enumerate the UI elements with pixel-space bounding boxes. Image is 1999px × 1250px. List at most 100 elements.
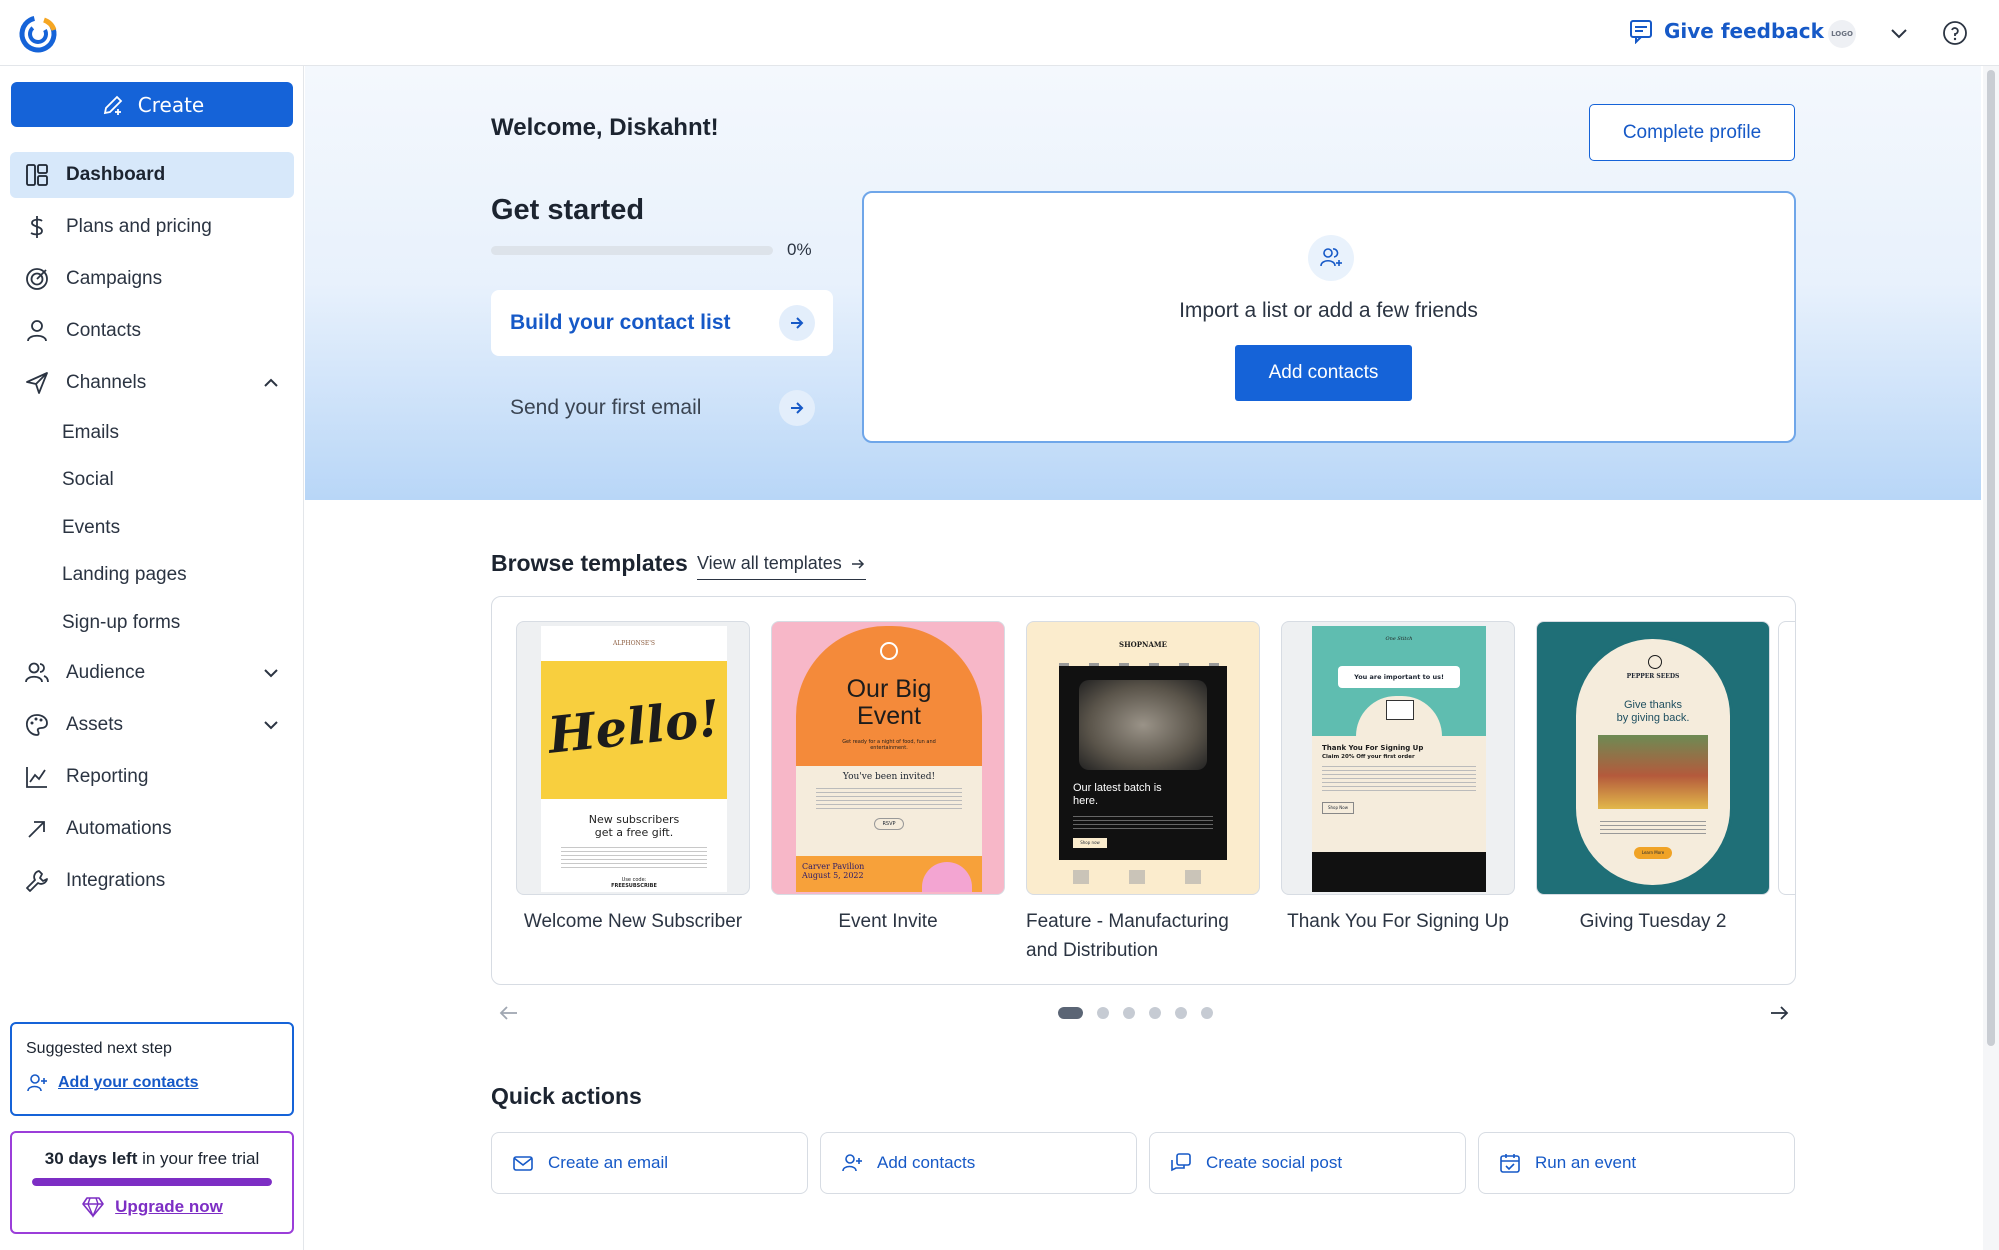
sidebar-item-label: Audience xyxy=(66,661,146,683)
sidebar-item-channels[interactable]: Channels xyxy=(10,360,294,406)
upgrade-now-link[interactable]: Upgrade now xyxy=(24,1196,280,1218)
thumb-brand: SHOPNAME xyxy=(1119,640,1167,649)
sidebar-subitem-events[interactable]: Events xyxy=(10,507,294,548)
get-started-title: Get started xyxy=(491,194,645,226)
thumb-sub2: get a free gift. xyxy=(594,826,674,839)
quick-action-create-social-post[interactable]: Create social post xyxy=(1149,1132,1466,1194)
carousel-dot[interactable] xyxy=(1097,1007,1109,1019)
template-thumbnail[interactable]: One Stitch You are important to us! Than… xyxy=(1281,621,1515,895)
quick-action-label: Create social post xyxy=(1206,1153,1343,1172)
view-all-label: View all templates xyxy=(697,553,842,573)
sidebar-subitem-emails[interactable]: Emails xyxy=(10,412,294,453)
template-thumbnail[interactable]: Our Big Event Get ready for a night of fo… xyxy=(771,621,1005,895)
arrow-up-right-icon xyxy=(28,821,45,838)
carousel-dot[interactable] xyxy=(1123,1007,1135,1019)
trial-text: 30 days left in your free trial xyxy=(24,1149,280,1169)
palette-icon xyxy=(25,714,48,736)
template-thumbnail[interactable]: SHOPNAME Our latest batch is here. Shop n… xyxy=(1026,621,1260,895)
thumb-headline1: Give thanks xyxy=(1623,699,1683,711)
thumb-brand: PEPPER SEEDS xyxy=(1626,673,1680,680)
template-name: Giving Tuesday 2 xyxy=(1579,911,1727,932)
quick-action-create-email[interactable]: Create an email xyxy=(491,1132,808,1194)
template-thumbnail[interactable]: ALPHONSE'S Hello! New subscribers get a f… xyxy=(516,621,750,895)
add-person-icon xyxy=(27,1074,47,1092)
create-button[interactable]: Create xyxy=(11,82,293,127)
account-chevron-down-icon[interactable] xyxy=(1886,20,1912,46)
thumb-sub1: New subscribers xyxy=(588,813,680,826)
step-label: Send your first email xyxy=(510,396,702,419)
carousel-dot[interactable] xyxy=(1201,1007,1213,1019)
sidebar-item-campaigns[interactable]: Campaigns xyxy=(10,256,294,302)
view-all-templates-link[interactable]: View all templates xyxy=(697,553,866,580)
step-send-first-email[interactable]: Send your first email xyxy=(491,375,833,441)
template-card-partial[interactable] xyxy=(1778,621,1795,895)
chevron-down-icon[interactable] xyxy=(260,714,282,736)
chevron-down-icon[interactable] xyxy=(260,662,282,684)
carousel-prev-arrow-icon[interactable] xyxy=(497,1001,521,1025)
template-card[interactable]: Our Big Event Get ready for a night of fo… xyxy=(771,621,1005,936)
thumb-cta: Shop now xyxy=(1073,838,1107,848)
top-bar: Give feedback LOGO xyxy=(0,0,1999,66)
thumb-cta: Shop Now xyxy=(1322,802,1354,814)
template-card[interactable]: PEPPER SEEDS Give thanks by giving back. … xyxy=(1536,621,1770,936)
sidebar-subitem-social[interactable]: Social xyxy=(10,460,294,501)
sidebar-item-plans-and-pricing[interactable]: Plans and pricing xyxy=(10,204,294,250)
template-card[interactable]: One Stitch You are important to us! Than… xyxy=(1281,621,1515,936)
thumb-headline2: by giving back. xyxy=(1616,712,1690,724)
sidebar-subitem-sign-up-forms[interactable]: Sign-up forms xyxy=(10,602,294,643)
add-contacts-button[interactable]: Add contacts xyxy=(1235,345,1412,401)
carousel-next-arrow-icon[interactable] xyxy=(1767,1001,1791,1025)
template-thumbnail[interactable]: PEPPER SEEDS Give thanks by giving back. … xyxy=(1536,621,1770,895)
sidebar-item-label: Channels xyxy=(66,372,147,393)
scrollbar-thumb[interactable] xyxy=(1987,70,1995,1046)
mail-icon xyxy=(513,1156,533,1171)
add-your-contacts-link[interactable]: Add your contacts xyxy=(26,1072,278,1094)
sidebar-item-label: Reporting xyxy=(66,765,149,787)
brand-logo-icon[interactable] xyxy=(18,14,58,54)
thumb-headline: Hello! xyxy=(545,688,723,765)
sidebar-item-automations[interactable]: Automations xyxy=(10,806,294,852)
thumb-brand: ALPHONSE'S xyxy=(612,640,655,647)
template-name: Welcome New Subscriber xyxy=(523,911,743,932)
carousel-dot[interactable] xyxy=(1058,1007,1083,1019)
give-feedback-button[interactable]: Give feedback xyxy=(1628,18,1824,44)
complete-profile-button[interactable]: Complete profile xyxy=(1589,104,1795,161)
sidebar-item-label: Contacts xyxy=(66,320,141,341)
person-icon xyxy=(27,320,47,342)
carousel-dot[interactable] xyxy=(1149,1007,1161,1019)
add-person-icon xyxy=(842,1154,862,1172)
quick-action-label: Add contacts xyxy=(877,1153,976,1172)
quick-action-label: Create an email xyxy=(548,1153,669,1172)
chevron-up-icon[interactable] xyxy=(260,372,282,394)
sidebar-item-integrations[interactable]: Integrations xyxy=(10,858,294,904)
thumb-invited: You've been invited! xyxy=(842,772,936,782)
give-feedback-label: Give feedback xyxy=(1664,19,1824,43)
main-content: Welcome, Diskahnt! Complete profile Get … xyxy=(305,66,1981,1250)
account-avatar[interactable]: LOGO xyxy=(1828,20,1856,48)
chart-icon xyxy=(26,766,47,788)
welcome-heading: Welcome, Diskahnt! xyxy=(491,114,719,141)
sidebar-item-assets[interactable]: Assets xyxy=(10,702,294,748)
sidebar-item-audience[interactable]: Audience xyxy=(10,650,294,696)
trial-days-left: 30 days left xyxy=(44,1149,138,1168)
quick-action-run-event[interactable]: Run an event xyxy=(1478,1132,1795,1194)
sidebar-item-contacts[interactable]: Contacts xyxy=(10,308,294,354)
help-icon[interactable] xyxy=(1942,20,1968,46)
step-build-contact-list[interactable]: Build your contact list xyxy=(491,290,833,356)
browse-templates-title: Browse templates xyxy=(491,550,688,576)
sidebar-item-dashboard[interactable]: Dashboard xyxy=(10,152,294,198)
free-trial-card: 30 days left in your free trial Upgrade … xyxy=(10,1131,294,1234)
quick-action-add-contacts[interactable]: Add contacts xyxy=(820,1132,1137,1194)
thumb-title1: Our Big xyxy=(846,675,932,703)
page-scrollbar[interactable] xyxy=(1983,66,1999,1250)
template-card[interactable]: SHOPNAME Our latest batch is here. Shop n… xyxy=(1026,621,1260,965)
social-post-icon xyxy=(1171,1153,1191,1172)
sidebar-nav: Dashboard Plans and pricing Campaigns Co… xyxy=(10,152,294,910)
sidebar-item-label: Integrations xyxy=(66,869,166,891)
sidebar-item-reporting[interactable]: Reporting xyxy=(10,754,294,800)
carousel-dot[interactable] xyxy=(1175,1007,1187,1019)
feedback-icon xyxy=(1630,20,1652,44)
sidebar-subitem-landing-pages[interactable]: Landing pages xyxy=(10,555,294,596)
template-card[interactable]: ALPHONSE'S Hello! New subscribers get a f… xyxy=(516,621,750,936)
template-name: Thank You For Signing Up xyxy=(1287,911,1509,932)
